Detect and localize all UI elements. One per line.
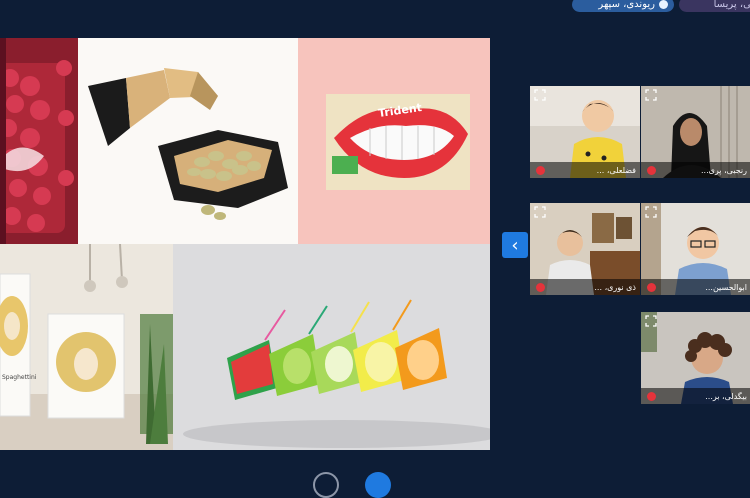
participant-tag[interactable]: ییمی، پریسا (679, 0, 750, 12)
participant-video[interactable]: بیگدلی، بر... (641, 312, 750, 404)
mic-muted-icon (536, 282, 545, 292)
participant-name-bar: ذی نوری، ... (530, 279, 640, 295)
mic-muted-icon (647, 165, 656, 175)
trident-gum-package-image: Trident (298, 38, 490, 244)
top-bar: ریوندی، سپهر ییمی، پریسا (0, 0, 750, 14)
participant-tag-label: ییمی، پریسا (713, 0, 750, 10)
participant-video[interactable]: ذی نوری، ... (530, 203, 640, 295)
participant-tag[interactable]: ریوندی، سپهر (572, 0, 674, 12)
participant-name-bar: ابوالحسین... (641, 279, 750, 295)
participant-name-bar: بیگدلی، بر... (641, 388, 750, 404)
participant-name: ابوالحسین... (705, 282, 747, 292)
participant-name: ذی نوری، ... (594, 282, 636, 292)
toolbar-button[interactable] (365, 472, 391, 498)
expand-icon[interactable] (645, 89, 657, 101)
expand-icon[interactable] (534, 89, 546, 101)
user-icon (659, 0, 668, 9)
pistachio-package-image (78, 38, 298, 244)
mic-muted-icon (647, 282, 656, 292)
expand-icon[interactable] (645, 315, 657, 327)
expand-icon[interactable] (534, 206, 546, 218)
spaghetti-hair-package-image: Spaghettini (0, 244, 173, 450)
mic-muted-icon (647, 391, 656, 401)
participant-video[interactable]: فضلعلی، ... (530, 86, 640, 178)
shared-screen: Trident Spaghettini (0, 38, 490, 450)
spaghettini-label: Spaghettini (2, 374, 37, 381)
fruit-juice-boxes-image (173, 244, 490, 450)
mic-muted-icon (536, 165, 545, 175)
chevron-left-icon: ‹ (511, 234, 519, 256)
participant-name: بیگدلی، بر... (705, 391, 747, 401)
participant-name: فضلعلی، ... (596, 165, 636, 175)
participant-name-bar: رنجبی، پری... (641, 162, 750, 178)
toolbar-button[interactable] (313, 472, 339, 498)
participant-tag-label: ریوندی، سپهر (598, 0, 655, 10)
participant-name: رنجبی، پری... (701, 165, 747, 175)
raspberry-package-image (0, 38, 78, 244)
participant-video[interactable]: رنجبی، پری... (641, 86, 750, 178)
expand-icon[interactable] (645, 206, 657, 218)
participant-video[interactable]: ابوالحسین... (641, 203, 750, 295)
collapse-panel-button[interactable]: ‹ (502, 232, 528, 258)
participant-name-bar: فضلعلی، ... (530, 162, 640, 178)
